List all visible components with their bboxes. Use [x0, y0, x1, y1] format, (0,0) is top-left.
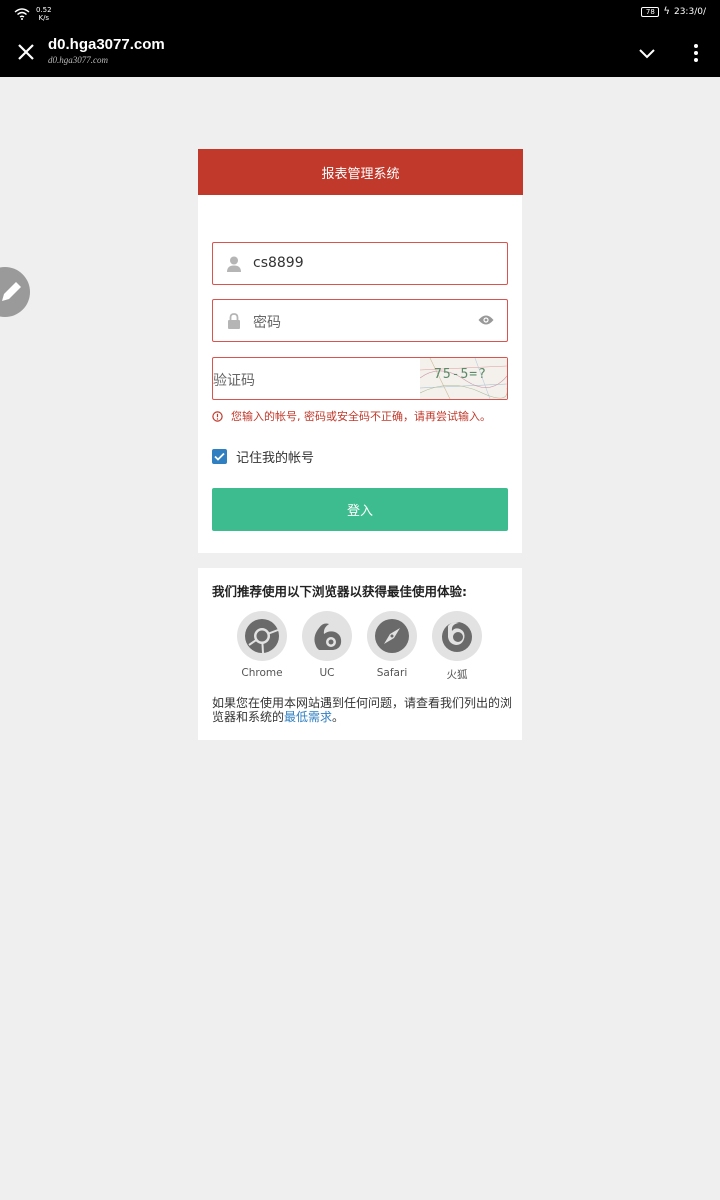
browser-chrome[interactable]: Chrome: [237, 611, 287, 682]
login-card: cs8899 密码 验证码 75-5=? 您输入的帐号, 密码或安全码不正确，请…: [198, 195, 522, 553]
net-speed-unit: K/s: [38, 14, 50, 22]
battery-icon: 78: [641, 6, 660, 17]
minimum-requirements-link[interactable]: 最低需求: [284, 710, 332, 724]
status-right: 78 ϟ 23:3/0/: [641, 6, 706, 17]
login-button[interactable]: 登入: [212, 488, 508, 531]
uc-browser-icon: [314, 623, 342, 650]
user-icon: [227, 256, 241, 272]
error-message: 您输入的帐号, 密码或安全码不正确，请再尝试输入。: [212, 408, 491, 424]
help-text-end: 。: [332, 710, 345, 724]
eye-icon[interactable]: [478, 314, 494, 326]
wifi-icon: [14, 8, 30, 20]
error-text: 您输入的帐号, 密码或安全码不正确，请再尝试输入。: [231, 410, 491, 423]
firefox-badge: [432, 611, 482, 661]
captcha-placeholder: 验证码: [213, 373, 255, 389]
remember-checkbox[interactable]: [212, 449, 227, 464]
url-title[interactable]: d0.hga3077.com: [48, 36, 165, 53]
browser-list: Chrome UC Safari 火狐: [237, 611, 482, 682]
browser-recommendation: 我们推荐使用以下浏览器以获得最佳使用体验: Chrome UC Safari 火…: [198, 568, 522, 740]
browser-label: Chrome: [241, 667, 283, 679]
status-bar: 0.52 K/s 78 ϟ 23:3/0/: [0, 0, 720, 28]
charging-icon: ϟ: [663, 6, 670, 17]
browser-label: Safari: [376, 667, 408, 679]
captcha-field[interactable]: 验证码 75-5=?: [212, 357, 508, 400]
floating-edit-button[interactable]: [0, 267, 30, 317]
browser-firefox[interactable]: 火狐: [432, 611, 482, 682]
login-button-label: 登入: [346, 504, 373, 519]
chrome-icon: [245, 619, 279, 654]
uc-badge: [302, 611, 352, 661]
net-speed-value: 0.52: [36, 6, 52, 14]
battery-level: 78: [645, 7, 655, 16]
captcha-text: 75-5=?: [434, 367, 487, 382]
captcha-image[interactable]: 75-5=?: [420, 358, 507, 399]
clock: 23:3/0/: [673, 6, 706, 17]
help-text: 如果您在使用本网站遇到任何问题，请查看我们列出的浏览器和系统的最低需求。: [212, 696, 512, 724]
check-icon: [214, 452, 225, 461]
chrome-badge: [237, 611, 287, 661]
more-menu-icon[interactable]: [686, 42, 706, 64]
url-subtitle: d0.hga3077.com: [48, 55, 108, 65]
username-value: cs8899: [253, 255, 304, 271]
pencil-icon: [2, 282, 21, 301]
remember-me[interactable]: 记住我的帐号: [212, 447, 314, 466]
close-icon[interactable]: [14, 40, 38, 64]
lock-icon: [228, 313, 240, 329]
help-text-body: 如果您在使用本网站遇到任何问题，请查看我们列出的浏览器和系统的: [212, 696, 513, 724]
chevron-down-icon[interactable]: [636, 42, 658, 64]
safari-icon: [375, 619, 409, 653]
page-title: 报表管理系统: [321, 166, 400, 182]
browser-uc[interactable]: UC: [302, 611, 352, 682]
browser-label: UC: [319, 667, 335, 679]
firefox-icon: [442, 622, 472, 652]
browser-toolbar: d0.hga3077.com d0.hga3077.com: [0, 28, 720, 77]
net-speed: 0.52 K/s: [36, 6, 52, 22]
error-icon: [212, 410, 223, 422]
safari-badge: [367, 611, 417, 661]
password-placeholder: 密码: [253, 315, 281, 331]
login-header: 报表管理系统: [198, 149, 523, 195]
username-field[interactable]: cs8899: [212, 242, 508, 285]
browser-safari[interactable]: Safari: [367, 611, 417, 682]
status-left: 0.52 K/s: [14, 6, 52, 22]
recommendation-title: 我们推荐使用以下浏览器以获得最佳使用体验:: [212, 584, 467, 599]
password-field[interactable]: 密码: [212, 299, 508, 342]
remember-label: 记住我的帐号: [236, 451, 315, 466]
browser-label: 火狐: [446, 669, 468, 681]
